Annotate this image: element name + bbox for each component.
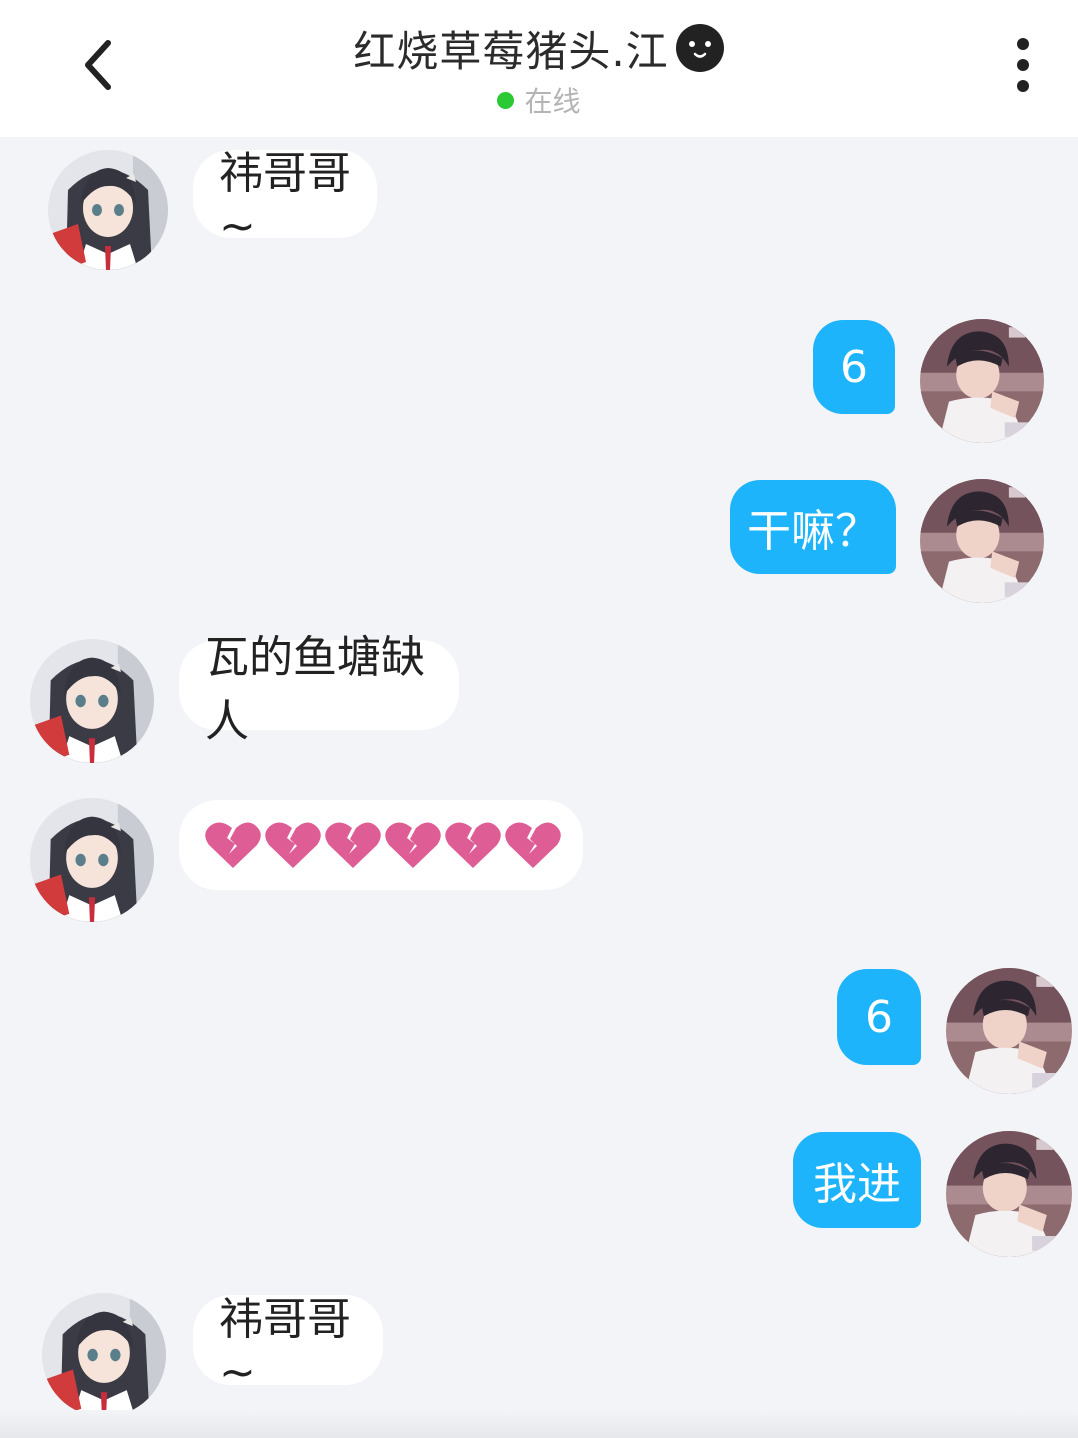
message-text: 我进 <box>813 1159 901 1210</box>
status-text: 在线 <box>524 85 581 118</box>
message-text: 干嘛？ <box>747 506 879 557</box>
chat-title-area[interactable]: 红烧草莓猪头.江 在线 <box>0 18 1078 120</box>
my-avatar[interactable] <box>920 319 1044 443</box>
more-options-button[interactable] <box>998 30 1048 100</box>
message-bubble-incoming[interactable]: 瓦的鱼塘缺人 <box>179 632 459 747</box>
my-avatar[interactable] <box>946 1131 1072 1257</box>
chat-screen: 红烧草莓猪头.江 在线 祎哥哥~ 6 干嘛？ 瓦的鱼塘缺人 6 我进 祎哥哥~ <box>0 0 1078 1438</box>
message-bubble-incoming[interactable] <box>179 800 583 890</box>
broken-heart-icon <box>445 820 501 870</box>
message-bubble-outgoing[interactable]: 6 <box>837 969 921 1065</box>
message-text: 祎哥哥~ <box>219 1293 351 1398</box>
smiling-face-icon <box>675 24 724 72</box>
broken-heart-icon <box>385 820 441 870</box>
contact-name: 红烧草莓猪头.江 <box>353 26 669 76</box>
online-status: 在线 <box>0 80 1078 120</box>
broken-heart-icon <box>205 820 261 870</box>
emoji-row <box>205 820 561 870</box>
broken-heart-icon <box>265 820 321 870</box>
my-avatar[interactable] <box>946 968 1072 1094</box>
contact-avatar[interactable] <box>30 639 154 763</box>
online-dot-icon <box>497 91 515 109</box>
message-bubble-outgoing[interactable]: 干嘛？ <box>730 480 896 574</box>
message-bubble-outgoing[interactable]: 我进 <box>793 1132 921 1228</box>
message-text: 瓦的鱼塘缺人 <box>205 632 425 747</box>
message-bubble-incoming[interactable]: 祎哥哥~ <box>193 1294 383 1398</box>
message-text: 6 <box>840 341 868 393</box>
chat-header: 红烧草莓猪头.江 在线 <box>0 0 1078 137</box>
broken-heart-icon <box>325 820 381 870</box>
broken-heart-icon <box>505 820 561 870</box>
bottom-edge <box>0 1410 1078 1438</box>
message-text: 祎哥哥~ <box>219 147 351 252</box>
message-bubble-incoming[interactable]: 祎哥哥~ <box>193 148 377 252</box>
my-avatar[interactable] <box>920 479 1044 603</box>
more-vertical-icon <box>1017 38 1029 92</box>
contact-avatar[interactable] <box>30 798 154 922</box>
message-bubble-outgoing[interactable]: 6 <box>813 320 895 414</box>
contact-avatar[interactable] <box>48 150 168 270</box>
contact-avatar[interactable] <box>42 1293 166 1417</box>
message-text: 6 <box>865 991 893 1043</box>
